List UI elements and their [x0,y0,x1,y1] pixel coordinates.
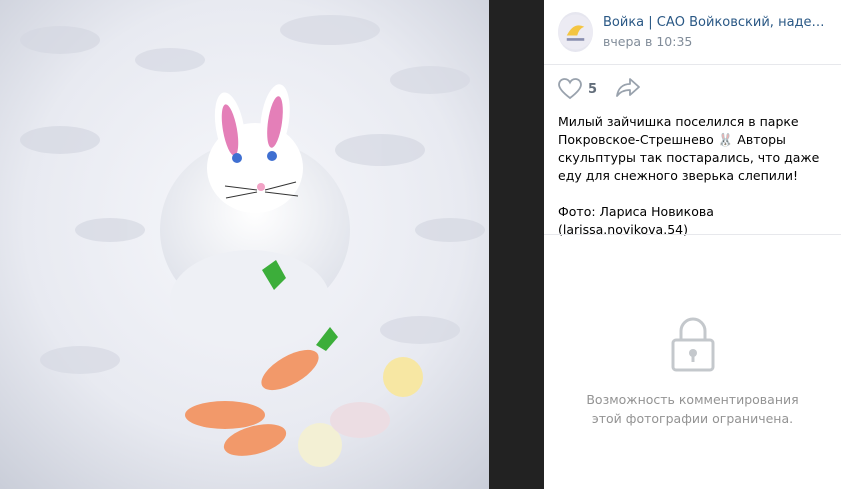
post-text: Милый зайчишка поселился в парке Покровс… [544,113,841,239]
divider [544,234,841,235]
comments-restricted: Возможность комментирования этой фотогра… [544,316,841,428]
snow-bunny-photo [0,0,489,489]
photo-viewer: Войка | САО Войковский, надень м... вчер… [0,0,841,489]
post-time[interactable]: вчера в 10:35 [603,34,829,49]
share-icon [616,78,640,97]
group-name-link[interactable]: Войка | САО Войковский, надень м... [603,15,829,30]
like-button[interactable]: 5 [558,78,597,100]
avatar[interactable] [558,12,593,52]
photo[interactable] [0,0,489,489]
post-body: Милый зайчишка поселился в парке Покровс… [558,114,820,183]
post-header: Войка | САО Войковский, надень м... вчер… [544,0,841,65]
like-count: 5 [588,81,598,97]
comments-restricted-text: Возможность комментирования этой фотогра… [586,392,799,426]
group-logo-icon [558,14,593,50]
lock-icon [671,317,714,372]
photo-background [489,0,544,489]
post-actions: 5 [544,65,841,113]
heart-icon [558,78,582,100]
share-button[interactable] [615,77,641,101]
post-sidebar: Войка | САО Войковский, надень м... вчер… [544,0,841,489]
